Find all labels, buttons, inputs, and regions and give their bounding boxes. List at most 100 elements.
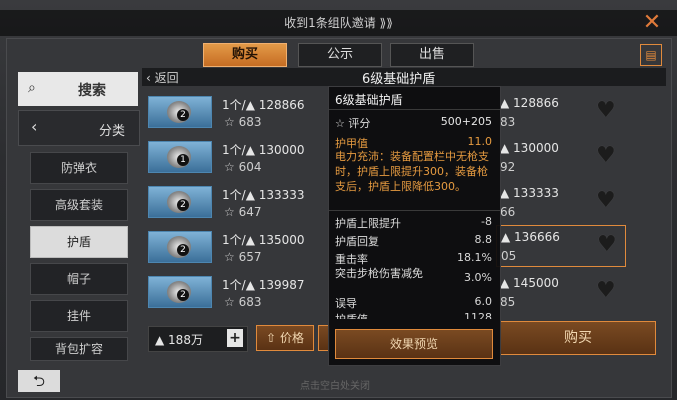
list-item[interactable]: 2 1个/▲ 135000 ☆ 657 (148, 229, 330, 267)
sidebar-item-shield[interactable]: 护盾 (30, 226, 128, 258)
price-unit: 1个/ (222, 188, 246, 202)
stat-value: 18.1% (457, 251, 492, 264)
price-amount: 128866 (258, 98, 305, 112)
page-title: 6级基础护盾 (362, 72, 436, 87)
level-badge: 2 (177, 244, 189, 256)
favorite-heart-icon[interactable]: ♥ (597, 232, 617, 257)
item-score: 05 (501, 249, 517, 263)
list-item[interactable]: 1 1个/▲ 130000 ☆ 604 (148, 139, 330, 177)
item-score: 66 (500, 205, 516, 219)
shield-thumbnail: 2 (148, 276, 212, 308)
price-unit: 1个/ (222, 278, 246, 292)
balance-display: ▲ 188万 + (148, 326, 248, 352)
add-currency-button[interactable]: + (227, 329, 243, 347)
list-item[interactable]: 2 1个/▲ 128866 ☆ 683 (148, 94, 330, 132)
level-badge: 2 (177, 289, 189, 301)
back-button[interactable]: ‹ 返回 (146, 69, 179, 86)
item-detail-popup: 6级基础护盾 ☆ 评分 500+205 护甲值 11.0 电力充沛：装备配置栏中… (328, 86, 501, 366)
stat-label: 重击率 (335, 253, 368, 266)
rating-icon: ☆ (224, 250, 239, 264)
item-score: 683 (238, 295, 262, 309)
currency-icon: ▲ (501, 230, 515, 244)
sidebar-item-armor[interactable]: 防弹衣 (30, 152, 128, 184)
close-hint: 点击空白处关闭 (300, 381, 370, 392)
divider (329, 210, 500, 211)
stat-value: 6.0 (474, 295, 493, 308)
currency-icon: ▲ (500, 141, 514, 155)
stat-row-clipped: 护盾值 1128 (329, 311, 500, 319)
sidebar-item-hat[interactable]: 帽子 (30, 263, 128, 295)
effect-preview-button[interactable]: 效果预览 (335, 329, 493, 359)
sidebar-item-pendant[interactable]: 挂件 (30, 300, 128, 332)
currency-icon: ▲ (245, 143, 259, 157)
chevron-left-icon: ‹ (146, 71, 155, 85)
armor-value: 11.0 (467, 135, 493, 148)
list-item[interactable]: 2 1个/▲ 133333 ☆ 647 (148, 184, 330, 222)
return-icon[interactable]: ⮌ (18, 370, 60, 392)
price-unit: 1个/ (222, 143, 246, 157)
shield-thumbnail: 2 (148, 96, 212, 128)
level-badge: 1 (177, 154, 189, 166)
search-label: 搜索 (78, 83, 106, 99)
effect-description: 电力充沛：装备配置栏中无枪支时，护盾上限提升300，装备枪支后，护盾上限降低30… (335, 150, 489, 193)
list-item[interactable]: ▲ 130000 92 ♥ (500, 141, 626, 177)
price-amount: 136666 (514, 230, 560, 244)
stat-label: 护盾值 (335, 311, 368, 319)
item-score: 85 (500, 295, 516, 309)
favorite-heart-icon[interactable]: ♥ (596, 98, 616, 123)
stat-value: 8.8 (474, 233, 493, 246)
currency-icon: ▲ (245, 98, 259, 112)
sort-label: 价格 (279, 331, 304, 345)
divider (329, 109, 500, 110)
tab-sell[interactable]: 出售 (390, 43, 474, 67)
search-button[interactable]: ⌕ 搜索 (18, 72, 138, 106)
list-item[interactable]: ▲ 128866 83 ♥ (500, 96, 626, 132)
category-header[interactable]: ‹ 分类 (18, 110, 140, 146)
level-badge: 2 (177, 199, 189, 211)
tab-public[interactable]: 公示 (298, 43, 382, 67)
item-score: 657 (238, 250, 262, 264)
sidebar-item-backpack[interactable]: 背包扩容 (30, 337, 128, 361)
stat-value: 3.0% (464, 271, 492, 284)
price-amount: 128866 (513, 96, 559, 110)
search-icon: ⌕ (28, 80, 36, 96)
close-icon[interactable]: ✕ (638, 10, 666, 36)
favorite-heart-icon[interactable]: ♥ (596, 143, 616, 168)
stat-value: -8 (481, 215, 492, 228)
buy-button[interactable]: 购买 (500, 321, 656, 355)
item-score: 683 (238, 115, 262, 129)
item-score: 604 (238, 160, 262, 174)
record-icon[interactable]: ▤ (640, 44, 662, 66)
balance-amount: 188万 (168, 333, 203, 347)
stat-label: 突击步枪伤害减免 (335, 267, 423, 280)
rating-icon: ☆ (224, 160, 239, 174)
currency-icon: ▲ (155, 333, 169, 347)
notice-text: 收到1条组队邀请 ⟫⟫ (284, 16, 393, 30)
list-item[interactable]: 2 1个/▲ 139987 ☆ 683 (148, 274, 330, 312)
list-item[interactable]: ▲ 145000 85 ♥ (500, 276, 626, 312)
favorite-heart-icon[interactable]: ♥ (596, 188, 616, 213)
sidebar-item-advanced-set[interactable]: 高级套装 (30, 189, 128, 221)
item-score: 647 (238, 205, 262, 219)
sort-arrow-icon: ⇧ (266, 331, 277, 345)
favorite-heart-icon[interactable]: ♥ (596, 278, 616, 303)
category-label: 分类 (99, 124, 126, 139)
team-invite-notice[interactable]: 收到1条组队邀请 ⟫⟫ (0, 10, 677, 36)
sort-price-button[interactable]: ⇧ 价格 (256, 325, 314, 351)
currency-icon: ▲ (500, 276, 514, 290)
rating-icon: ☆ (224, 295, 239, 309)
price-amount: 135000 (258, 233, 305, 247)
rating-value: 500+205 (440, 115, 492, 128)
currency-icon: ▲ (500, 96, 514, 110)
price-amount: 133333 (513, 186, 559, 200)
list-item[interactable]: ▲ 133333 66 ♥ (500, 186, 626, 222)
currency-icon: ▲ (245, 278, 259, 292)
back-label: 返回 (154, 71, 179, 85)
tab-buy[interactable]: 购买 (203, 43, 287, 67)
rating-label: 评分 (348, 117, 371, 130)
shield-thumbnail: 2 (148, 231, 212, 263)
list-item-selected[interactable]: ▲ 136666 05 ♥ (496, 225, 626, 267)
rating-icon: ☆ (224, 205, 239, 219)
stat-label: 护盾上限提升 (335, 217, 401, 230)
chevron-left-icon: ‹ (31, 117, 38, 136)
